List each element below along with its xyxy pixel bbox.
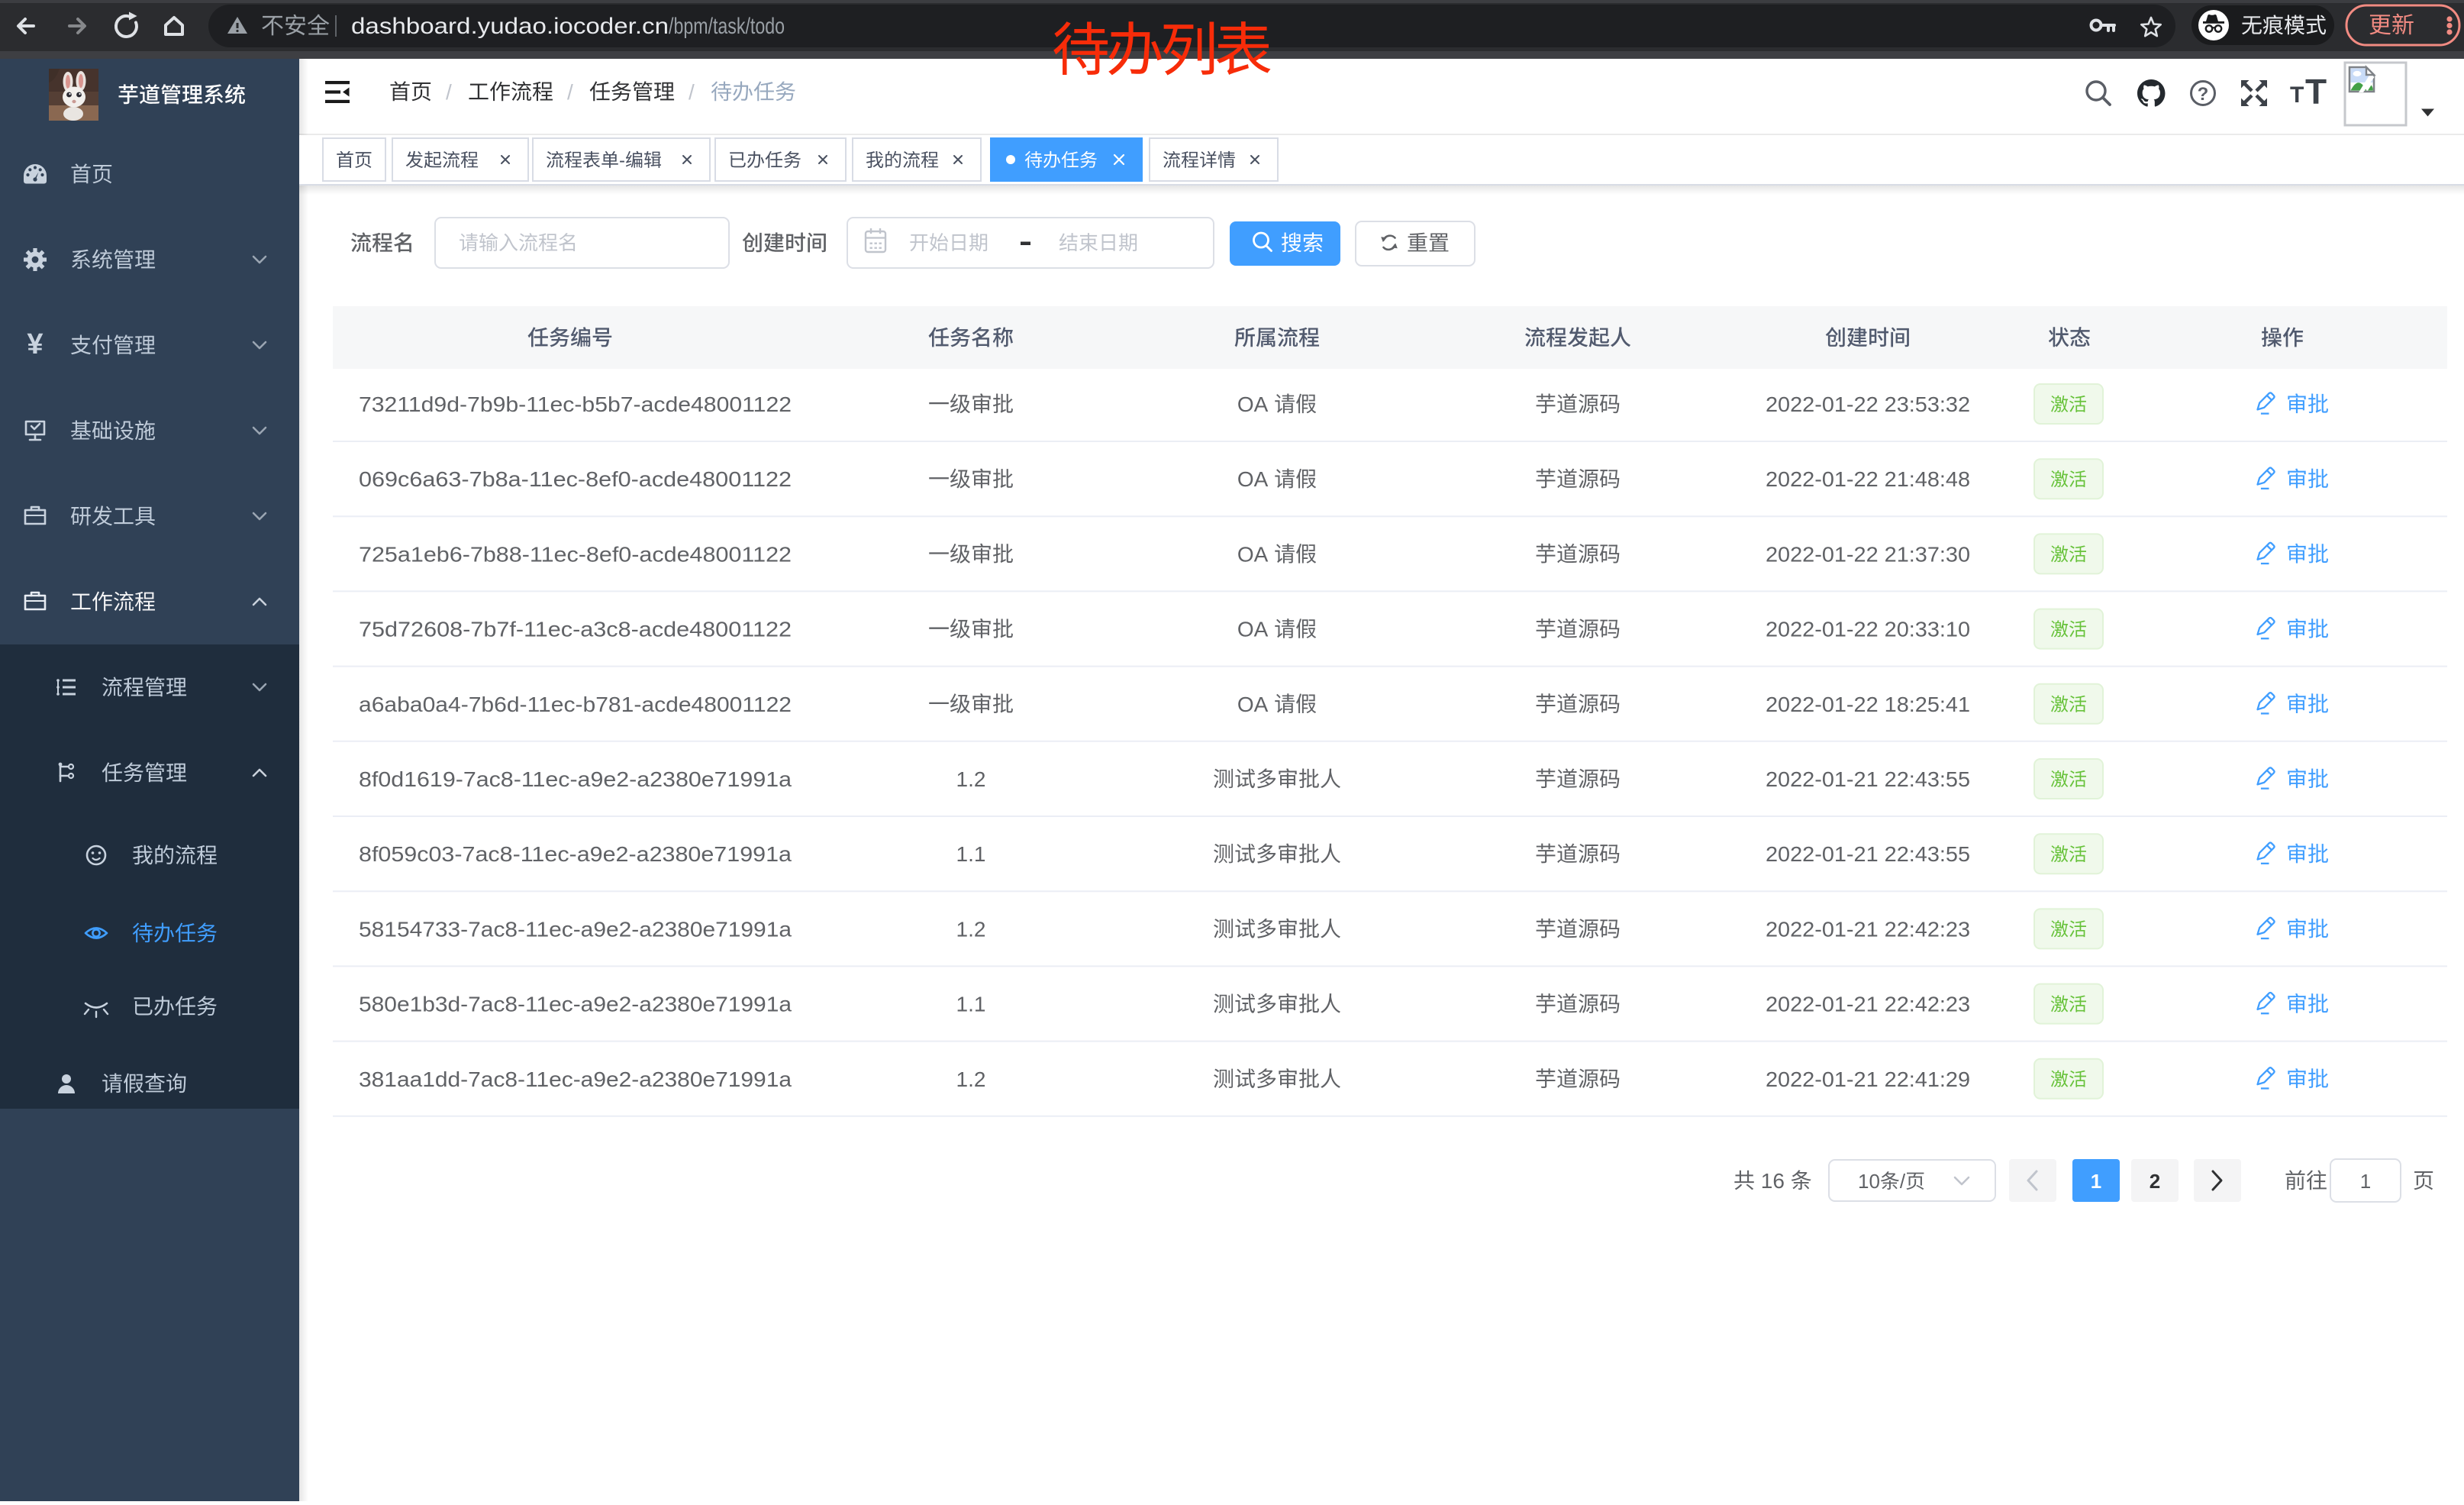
svg-text:2022-01-21 22:43:55: 2022-01-21 22:43:55 bbox=[1766, 842, 1970, 866]
svg-text:2: 2 bbox=[2150, 1170, 2160, 1193]
svg-text:dashboard.yudao.iocoder.cn: dashboard.yudao.iocoder.cn bbox=[351, 14, 669, 39]
svg-text:¥: ¥ bbox=[27, 328, 43, 360]
svg-text:2022-01-21 22:42:23: 2022-01-21 22:42:23 bbox=[1766, 993, 1970, 1016]
svg-text:a6aba0a4-7b6d-11ec-b781-acde48: a6aba0a4-7b6d-11ec-b781-acde48001122 bbox=[359, 693, 792, 716]
svg-text:2022-01-22 21:37:30: 2022-01-22 21:37:30 bbox=[1766, 542, 1970, 566]
svg-text:/: / bbox=[689, 80, 695, 104]
svg-text:OA: OA bbox=[1237, 542, 1269, 566]
svg-text:2022-01-22 18:25:41: 2022-01-22 18:25:41 bbox=[1766, 693, 1970, 716]
svg-text:75d72608-7b7f-11ec-a3c8-acde48: 75d72608-7b7f-11ec-a3c8-acde48001122 bbox=[359, 618, 792, 641]
svg-text:725a1eb6-7b88-11ec-8ef0-acde48: 725a1eb6-7b88-11ec-8ef0-acde48001122 bbox=[359, 542, 792, 566]
svg-text:/bpm/task/todo: /bpm/task/todo bbox=[669, 14, 785, 39]
svg-text:1.1: 1.1 bbox=[956, 993, 986, 1016]
svg-text:73211d9d-7b9b-11ec-b5b7-acde48: 73211d9d-7b9b-11ec-b5b7-acde48001122 bbox=[359, 392, 792, 416]
svg-text:2022-01-21 22:41:29: 2022-01-21 22:41:29 bbox=[1766, 1067, 1970, 1091]
svg-text:381aa1dd-7ac8-11ec-a9e2-a2380e: 381aa1dd-7ac8-11ec-a9e2-a2380e71991a bbox=[359, 1067, 792, 1091]
svg-text:/: / bbox=[567, 80, 573, 104]
svg-text:T: T bbox=[2290, 82, 2304, 108]
svg-text:/: / bbox=[446, 80, 452, 104]
svg-text:580e1b3d-7ac8-11ec-a9e2-a2380e: 580e1b3d-7ac8-11ec-a9e2-a2380e71991a bbox=[359, 993, 792, 1016]
svg-text:10: 10 bbox=[1858, 1170, 1880, 1193]
svg-text:2022-01-22 20:33:10: 2022-01-22 20:33:10 bbox=[1766, 618, 1970, 641]
svg-text:OA: OA bbox=[1237, 693, 1269, 716]
svg-text:1.1: 1.1 bbox=[956, 842, 986, 866]
svg-text:/: / bbox=[1900, 1170, 1906, 1193]
svg-text:2022-01-22 21:48:48: 2022-01-22 21:48:48 bbox=[1766, 467, 1970, 491]
svg-text:2022-01-21 22:42:23: 2022-01-21 22:42:23 bbox=[1766, 917, 1970, 941]
svg-text:16: 16 bbox=[1761, 1169, 1785, 1193]
svg-text:2022-01-22 23:53:32: 2022-01-22 23:53:32 bbox=[1766, 392, 1970, 416]
svg-text:OA: OA bbox=[1237, 467, 1269, 491]
svg-text:OA: OA bbox=[1237, 618, 1269, 641]
svg-text:1.2: 1.2 bbox=[956, 917, 986, 941]
svg-text:069c6a63-7b8a-11ec-8ef0-acde48: 069c6a63-7b8a-11ec-8ef0-acde48001122 bbox=[359, 467, 792, 491]
svg-text:8f0d1619-7ac8-11ec-a9e2-a2380e: 8f0d1619-7ac8-11ec-a9e2-a2380e71991a bbox=[359, 767, 792, 791]
svg-text:OA: OA bbox=[1237, 392, 1269, 416]
svg-text:1: 1 bbox=[2091, 1170, 2101, 1193]
svg-text:T: T bbox=[2305, 72, 2327, 111]
svg-text:1.2: 1.2 bbox=[956, 1067, 986, 1091]
svg-text:2022-01-21 22:43:55: 2022-01-21 22:43:55 bbox=[1766, 767, 1970, 791]
svg-text:1: 1 bbox=[2360, 1170, 2371, 1193]
svg-text:58154733-7ac8-11ec-a9e2-a2380e: 58154733-7ac8-11ec-a9e2-a2380e71991a bbox=[359, 917, 792, 941]
svg-text:1.2: 1.2 bbox=[956, 767, 986, 791]
svg-text:-: - bbox=[619, 150, 625, 171]
svg-text:8f059c03-7ac8-11ec-a9e2-a2380e: 8f059c03-7ac8-11ec-a9e2-a2380e71991a bbox=[359, 842, 792, 866]
svg-text:?: ? bbox=[2198, 84, 2209, 105]
